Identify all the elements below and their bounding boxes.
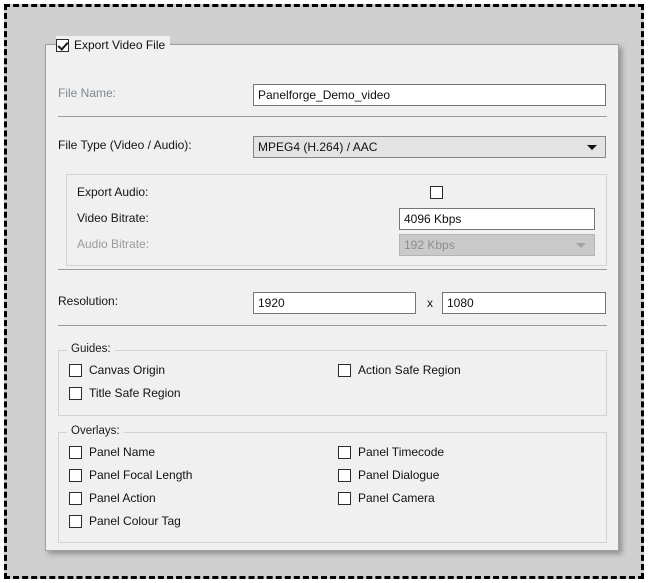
audio-bitrate-row: Audio Bitrate: bbox=[77, 237, 149, 251]
checkbox-label: Panel Focal Length bbox=[89, 468, 192, 482]
checkbox-label: Canvas Origin bbox=[89, 363, 165, 377]
overlays-checkbox-panel-action[interactable]: Panel Action bbox=[69, 491, 156, 505]
video-bitrate-label: Video Bitrate: bbox=[77, 211, 149, 225]
file-type-value: MPEG4 (H.264) / AAC bbox=[258, 140, 377, 154]
audio-bitrate-label: Audio Bitrate: bbox=[77, 237, 149, 251]
audio-settings-group: Export Audio: Video Bitrate: Audio Bitra… bbox=[66, 174, 607, 266]
separator-1 bbox=[58, 116, 607, 117]
overlays-checkbox-panel-timecode[interactable]: Panel Timecode bbox=[338, 445, 444, 459]
checkbox-label: Panel Camera bbox=[358, 491, 435, 505]
export-video-file-checkbox[interactable] bbox=[56, 39, 69, 52]
overlays-checkbox-panel-dialogue[interactable]: Panel Dialogue bbox=[338, 468, 439, 482]
overlays-checkbox-panel-colour-tag[interactable]: Panel Colour Tag bbox=[69, 514, 181, 528]
separator-2 bbox=[58, 269, 607, 270]
separator-3 bbox=[58, 325, 607, 326]
checkbox-label: Action Safe Region bbox=[358, 363, 461, 377]
checkbox[interactable] bbox=[69, 492, 82, 505]
overlays-group: Overlays: Panel Name Panel Focal Length … bbox=[58, 432, 607, 543]
resolution-width-input[interactable] bbox=[253, 292, 416, 314]
file-name-label: File Name: bbox=[58, 86, 116, 100]
overlays-checkbox-panel-name[interactable]: Panel Name bbox=[69, 445, 155, 459]
checkbox-label: Panel Name bbox=[89, 445, 155, 459]
resolution-height-input[interactable] bbox=[442, 292, 606, 314]
screenshot-root: Export Video File File Name: File Type (… bbox=[0, 0, 648, 583]
chevron-down-icon bbox=[587, 145, 597, 150]
file-name-row: File Name: bbox=[58, 86, 116, 100]
checkbox-label: Title Safe Region bbox=[89, 386, 181, 400]
export-video-dialog: Export Video File File Name: File Type (… bbox=[45, 44, 619, 551]
checkbox[interactable] bbox=[338, 492, 351, 505]
checkbox[interactable] bbox=[338, 469, 351, 482]
overlays-group-title: Overlays: bbox=[67, 425, 124, 437]
file-name-input[interactable] bbox=[253, 84, 606, 106]
export-video-file-label: Export Video File bbox=[74, 38, 165, 52]
checkbox[interactable] bbox=[69, 446, 82, 459]
guides-checkbox-title-safe-region[interactable]: Title Safe Region bbox=[69, 386, 181, 400]
video-bitrate-input[interactable] bbox=[399, 208, 595, 230]
resolution-separator-label: x bbox=[427, 296, 433, 310]
guides-checkbox-canvas-origin[interactable]: Canvas Origin bbox=[69, 363, 165, 377]
export-audio-row: Export Audio: bbox=[77, 185, 148, 199]
audio-bitrate-combobox: 192 Kbps bbox=[399, 234, 595, 256]
selection-frame: Export Video File File Name: File Type (… bbox=[4, 4, 644, 579]
video-bitrate-row: Video Bitrate: bbox=[77, 211, 149, 225]
export-audio-checkbox[interactable] bbox=[430, 186, 443, 199]
resolution-row: Resolution: bbox=[58, 294, 118, 308]
audio-bitrate-value: 192 Kbps bbox=[404, 238, 455, 252]
checkbox[interactable] bbox=[69, 515, 82, 528]
guides-group: Guides: Canvas Origin Title Safe Region … bbox=[58, 350, 607, 416]
checkbox[interactable] bbox=[338, 446, 351, 459]
export-video-file-checkbox-row[interactable]: Export Video File bbox=[56, 36, 170, 54]
checkbox-label: Panel Action bbox=[89, 491, 156, 505]
resolution-label: Resolution: bbox=[58, 294, 118, 308]
checkbox[interactable] bbox=[69, 469, 82, 482]
overlays-checkbox-panel-camera[interactable]: Panel Camera bbox=[338, 491, 435, 505]
chevron-down-icon bbox=[576, 243, 586, 248]
checkbox[interactable] bbox=[69, 387, 82, 400]
export-audio-label: Export Audio: bbox=[77, 185, 148, 199]
overlays-checkbox-panel-focal-length[interactable]: Panel Focal Length bbox=[69, 468, 192, 482]
guides-group-title: Guides: bbox=[67, 343, 115, 355]
checkbox-label: Panel Dialogue bbox=[358, 468, 439, 482]
checkbox-label: Panel Timecode bbox=[358, 445, 444, 459]
checkbox[interactable] bbox=[69, 364, 82, 377]
checkbox[interactable] bbox=[338, 364, 351, 377]
guides-checkbox-action-safe-region[interactable]: Action Safe Region bbox=[338, 363, 461, 377]
file-type-combobox[interactable]: MPEG4 (H.264) / AAC bbox=[253, 136, 606, 158]
checkbox-label: Panel Colour Tag bbox=[89, 514, 181, 528]
file-type-label: File Type (Video / Audio): bbox=[58, 138, 192, 152]
file-type-row: File Type (Video / Audio): bbox=[58, 138, 192, 152]
